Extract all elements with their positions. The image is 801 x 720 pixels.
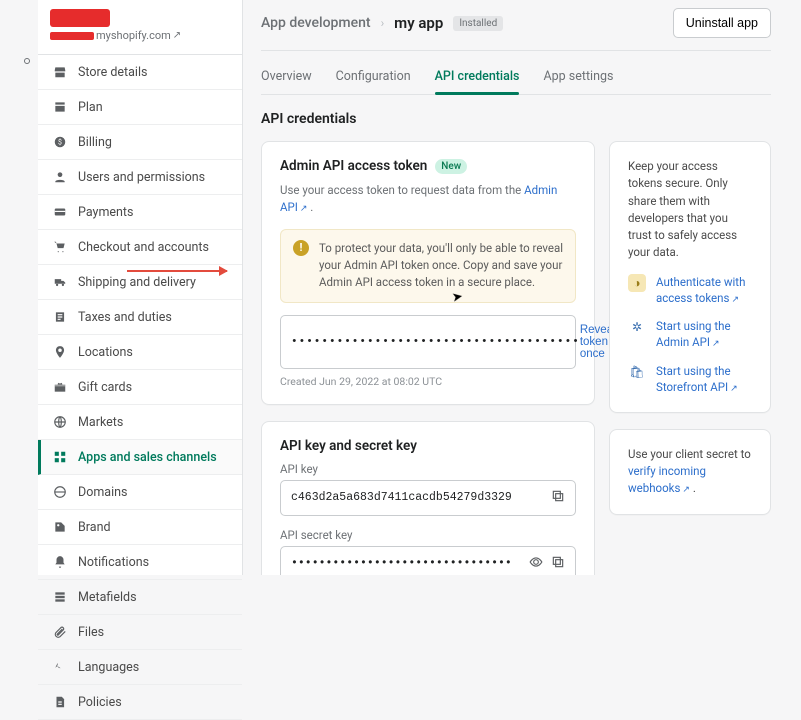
globe-icon <box>52 414 68 430</box>
nav-users[interactable]: Users and permissions <box>38 160 242 195</box>
bell-icon <box>52 554 68 570</box>
card-title: Admin API access token <box>280 158 427 174</box>
nav-metafields[interactable]: Metafields <box>38 580 242 615</box>
webhooks-card: Use your client secret to verify incomin… <box>609 429 771 515</box>
billing-icon: $ <box>52 134 68 150</box>
nav-store-details[interactable]: Store details <box>38 55 242 90</box>
store-domain[interactable]: myshopify.com ↗ <box>50 29 230 42</box>
nav-files[interactable]: Files <box>38 615 242 650</box>
divider <box>261 50 771 51</box>
nav-domains[interactable]: Domains <box>38 475 242 510</box>
breadcrumb-current: my app <box>394 14 443 32</box>
annotation-arrow <box>127 270 227 272</box>
verify-webhooks-link[interactable]: verify incoming webhooks <box>628 464 706 495</box>
resource-storefront-api[interactable]: 🛍 Start using the Storefront API↗ <box>628 363 752 396</box>
copy-icon[interactable] <box>551 555 565 573</box>
tab-overview[interactable]: Overview <box>261 61 312 94</box>
tab-configuration[interactable]: Configuration <box>336 61 411 94</box>
webhooks-text: Use your client secret to verify incomin… <box>628 446 752 498</box>
nav-gift-cards[interactable]: Gift cards <box>38 370 242 405</box>
external-link-icon: ↗ <box>730 384 738 394</box>
external-link-icon: ↗ <box>712 339 720 349</box>
secret-key-label: API secret key <box>280 528 576 542</box>
nav-brand[interactable]: Brand <box>38 510 242 545</box>
cart-icon <box>52 239 68 255</box>
store-icon <box>52 64 68 80</box>
nav-languages[interactable]: Languages <box>38 650 242 685</box>
chevron-right-icon: › <box>381 16 385 30</box>
nav-locations[interactable]: Locations <box>38 335 242 370</box>
gift-icon <box>52 379 68 395</box>
tab-app-settings[interactable]: App settings <box>543 61 613 94</box>
secret-masked-value: •••••••••••••••••••••••••••••••• <box>291 557 512 570</box>
truck-icon <box>52 274 68 290</box>
api-key-label: API key <box>280 462 576 476</box>
tab-api-credentials[interactable]: API credentials <box>435 61 520 94</box>
nav-policies[interactable]: Policies <box>38 685 242 720</box>
api-key-field[interactable]: c463d2a5a683d7411cacdb54279d3329 <box>280 480 576 516</box>
main-content: App development › my app Installed Unins… <box>243 0 801 575</box>
breadcrumb-row: App development › my app Installed Unins… <box>261 4 771 50</box>
warning-icon: ! <box>293 240 309 256</box>
collapse-bullet-icon <box>24 58 30 64</box>
gear-icon: ✲ <box>628 318 646 336</box>
eye-icon[interactable] <box>529 555 543 573</box>
resource-admin-api[interactable]: ✲ Start using the Admin API↗ <box>628 318 752 351</box>
token-icon: ◑ <box>628 274 646 292</box>
settings-nav: Store details Plan $Billing Users and pe… <box>38 54 242 720</box>
users-icon <box>52 169 68 185</box>
copy-icon[interactable] <box>551 489 565 507</box>
cursor-icon: ➤ <box>451 289 464 306</box>
external-link-icon: ↗ <box>173 30 181 41</box>
secret-key-field[interactable]: •••••••••••••••••••••••••••••••• <box>280 546 576 576</box>
store-logo-redacted <box>50 9 110 27</box>
metafields-icon <box>52 589 68 605</box>
tabs: Overview Configuration API credentials A… <box>261 61 771 95</box>
status-badge: Installed <box>453 16 503 31</box>
store-header: myshopify.com ↗ <box>38 3 242 48</box>
security-text: Keep your access tokens secure. Only sha… <box>628 158 752 262</box>
security-tips-card: Keep your access tokens secure. Only sha… <box>609 141 771 413</box>
external-link-icon: ↗ <box>731 295 739 305</box>
policies-icon <box>52 694 68 710</box>
svg-text:$: $ <box>58 138 62 146</box>
warning-text: To protect your data, you'll only be abl… <box>319 240 563 292</box>
nav-taxes[interactable]: Taxes and duties <box>38 300 242 335</box>
nav-billing[interactable]: $Billing <box>38 125 242 160</box>
settings-sidebar: myshopify.com ↗ Store details Plan $Bill… <box>38 0 243 575</box>
token-masked-value: •••••••••••••••••••••••••••••••••••••• <box>291 336 580 348</box>
new-badge: New <box>435 159 467 174</box>
external-link-icon: ↗ <box>682 485 690 495</box>
breadcrumb-parent[interactable]: App development <box>261 15 371 31</box>
nav-markets[interactable]: Markets <box>38 405 242 440</box>
brand-icon <box>52 519 68 535</box>
section-title: API credentials <box>261 111 771 127</box>
nav-plan[interactable]: Plan <box>38 90 242 125</box>
api-key-value: c463d2a5a683d7411cacdb54279d3329 <box>291 491 512 504</box>
nav-payments[interactable]: Payments <box>38 195 242 230</box>
nav-apps[interactable]: Apps and sales channels <box>38 440 242 475</box>
nav-checkout[interactable]: Checkout and accounts <box>38 230 242 265</box>
domains-icon <box>52 484 68 500</box>
apps-icon <box>52 449 68 465</box>
api-keys-card: API key and secret key API key c463d2a5a… <box>261 421 595 576</box>
token-helper-text: Use your access token to request data fr… <box>280 182 576 217</box>
access-token-field: •••••••••••••••••••••••••••••••••••••• R… <box>280 315 576 369</box>
admin-api-token-card: Admin API access token New Use your acce… <box>261 141 595 405</box>
languages-icon <box>52 659 68 675</box>
uninstall-button[interactable]: Uninstall app <box>673 8 771 38</box>
store-name-redacted <box>50 32 94 40</box>
plan-icon <box>52 99 68 115</box>
taxes-icon <box>52 309 68 325</box>
payments-icon <box>52 204 68 220</box>
paperclip-icon <box>52 624 68 640</box>
location-icon <box>52 344 68 360</box>
store-domain-suffix: myshopify.com <box>96 29 171 42</box>
storefront-icon: 🛍 <box>628 363 646 381</box>
resource-auth-tokens[interactable]: ◑ Authenticate with access tokens↗ <box>628 274 752 307</box>
token-warning-banner: ! To protect your data, you'll only be a… <box>280 229 576 303</box>
keys-card-title: API key and secret key <box>280 438 576 454</box>
token-created-text: Created Jun 29, 2022 at 08:02 UTC <box>280 375 576 388</box>
